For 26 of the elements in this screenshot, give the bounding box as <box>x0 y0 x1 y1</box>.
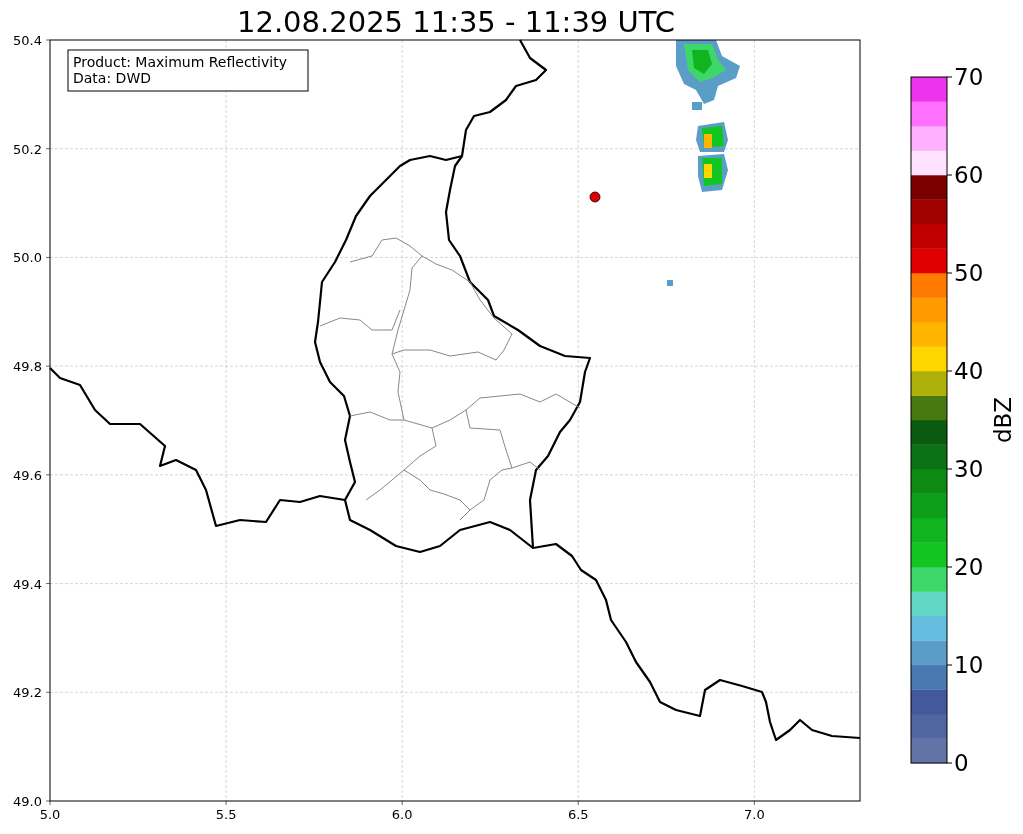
map-title: 12.08.2025 11:35 - 11:39 UTC <box>237 5 675 39</box>
station-marker <box>589 191 601 203</box>
colorbar-title: dBZ <box>990 396 1016 444</box>
latitude-label: 49.8 <box>13 359 42 375</box>
longitude-label: 6.5 <box>567 807 589 822</box>
colorbar-label: 10 <box>954 652 984 678</box>
longitude-label: 5.0 <box>39 807 61 822</box>
latitude-label: 49.4 <box>13 576 42 592</box>
longitude-label: 5.5 <box>215 807 237 822</box>
latitude-label: 49.2 <box>13 685 42 701</box>
info-text: Product: Maximum Reflectivity <box>73 54 287 70</box>
info-text: Data: DWD <box>73 70 151 86</box>
colorbar-label: 60 <box>954 162 984 188</box>
colorbar-label: 20 <box>954 554 984 580</box>
latitude-label: 50.2 <box>13 141 42 157</box>
latitude-label: 49.6 <box>13 467 42 483</box>
colorbar-label: 40 <box>954 358 984 384</box>
latitude-label: 49.0 <box>13 794 42 809</box>
latitude-label: 50.4 <box>13 33 42 48</box>
latitude-label: 50.0 <box>13 250 42 266</box>
colorbar-label: 0 <box>954 750 969 776</box>
longitude-label: 7.0 <box>744 807 765 822</box>
colorbar-label: 50 <box>954 260 984 286</box>
longitude-label: 6.0 <box>391 807 413 822</box>
colorbar-label: 30 <box>954 456 984 482</box>
colorbar-label: 70 <box>954 64 984 90</box>
